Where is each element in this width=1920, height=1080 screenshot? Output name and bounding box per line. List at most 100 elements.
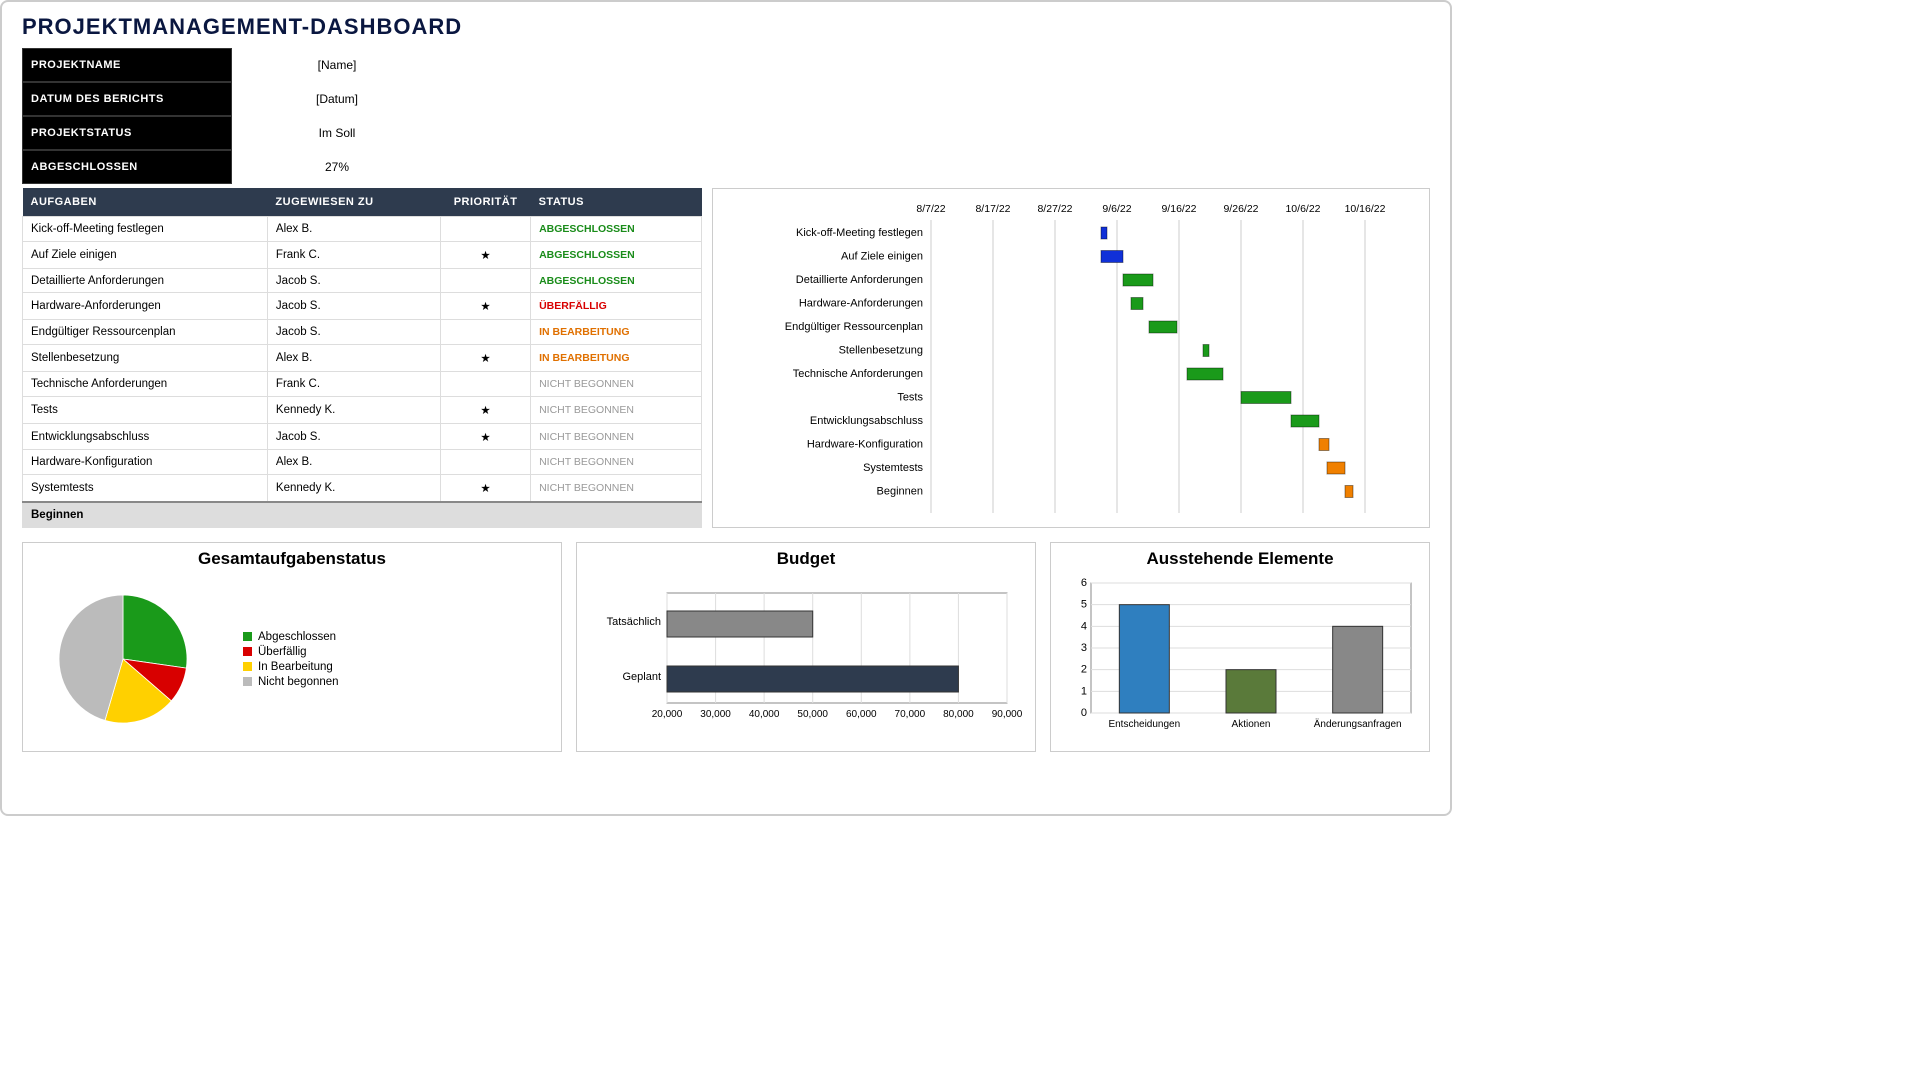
task-status: IN BEARBEITUNG bbox=[531, 320, 702, 345]
svg-text:Endgültiger Ressourcenplan: Endgültiger Ressourcenplan bbox=[785, 321, 923, 333]
meta-label: PROJEKTSTATUS bbox=[22, 116, 232, 150]
task-assignee: Alex B. bbox=[267, 345, 440, 372]
gantt-chart: 8/7/228/17/228/27/229/6/229/16/229/26/22… bbox=[712, 188, 1430, 528]
svg-text:Hardware-Anforderungen: Hardware-Anforderungen bbox=[799, 298, 923, 310]
table-row[interactable]: Hardware-Anforderungen Jacob S. ★ ÜBERFÄ… bbox=[23, 293, 702, 320]
svg-text:9/26/22: 9/26/22 bbox=[1223, 203, 1258, 215]
meta-value: [Name] bbox=[232, 48, 442, 82]
task-status: NICHT BEGONNEN bbox=[531, 371, 702, 396]
task-status: NICHT BEGONNEN bbox=[531, 450, 702, 475]
svg-text:10/6/22: 10/6/22 bbox=[1285, 203, 1320, 215]
svg-text:Änderungsanfragen: Änderungsanfragen bbox=[1314, 718, 1402, 730]
task-name: Hardware-Anforderungen bbox=[23, 293, 268, 320]
legend-item: Nicht begonnen bbox=[243, 676, 339, 688]
table-row[interactable]: Endgültiger Ressourcenplan Jacob S. IN B… bbox=[23, 320, 702, 345]
task-status: NICHT BEGONNEN bbox=[531, 396, 702, 423]
task-name: Beginnen bbox=[23, 502, 268, 527]
svg-text:10/16/22: 10/16/22 bbox=[1345, 203, 1386, 215]
table-row[interactable]: Entwicklungsabschluss Jacob S. ★ NICHT B… bbox=[23, 423, 702, 450]
task-priority bbox=[441, 450, 531, 475]
svg-text:Stellenbesetzung: Stellenbesetzung bbox=[839, 345, 923, 357]
svg-text:50,000: 50,000 bbox=[797, 709, 828, 720]
svg-text:60,000: 60,000 bbox=[846, 709, 877, 720]
svg-text:Auf Ziele einigen: Auf Ziele einigen bbox=[841, 251, 923, 263]
svg-text:8/17/22: 8/17/22 bbox=[975, 203, 1010, 215]
task-priority: ★ bbox=[441, 396, 531, 423]
task-name: Systemtests bbox=[23, 475, 268, 502]
task-assignee: Alex B. bbox=[267, 217, 440, 242]
task-priority: ★ bbox=[441, 241, 531, 268]
task-name: Entwicklungsabschluss bbox=[23, 423, 268, 450]
task-priority bbox=[441, 371, 531, 396]
svg-text:Beginnen: Beginnen bbox=[877, 486, 924, 498]
table-row[interactable]: Kick-off-Meeting festlegen Alex B. ABGES… bbox=[23, 217, 702, 242]
budget-chart: Budget 20,00030,00040,00050,00060,00070,… bbox=[576, 542, 1036, 752]
task-priority: ★ bbox=[441, 423, 531, 450]
task-priority: ★ bbox=[441, 475, 531, 502]
task-status: ÜBERFÄLLIG bbox=[531, 293, 702, 320]
svg-text:30,000: 30,000 bbox=[700, 709, 731, 720]
svg-text:Kick-off-Meeting festlegen: Kick-off-Meeting festlegen bbox=[796, 227, 923, 239]
pie-chart: Gesamtaufgabenstatus Abgeschlossen Überfä… bbox=[22, 542, 562, 752]
task-assignee: Jacob S. bbox=[267, 268, 440, 293]
task-status: IN BEARBEITUNG bbox=[531, 345, 702, 372]
svg-text:20,000: 20,000 bbox=[652, 709, 683, 720]
task-priority: ★ bbox=[441, 293, 531, 320]
svg-text:Tatsächlich: Tatsächlich bbox=[607, 616, 661, 628]
task-name: Technische Anforderungen bbox=[23, 371, 268, 396]
table-row[interactable]: Systemtests Kennedy K. ★ NICHT BEGONNEN bbox=[23, 475, 702, 502]
table-row[interactable]: Technische Anforderungen Frank C. NICHT … bbox=[23, 371, 702, 396]
task-assignee: Jacob S. bbox=[267, 293, 440, 320]
task-assignee: Frank C. bbox=[267, 241, 440, 268]
svg-text:Geplant: Geplant bbox=[622, 671, 661, 683]
svg-text:8/7/22: 8/7/22 bbox=[916, 203, 945, 215]
task-header: ZUGEWIESEN ZU bbox=[267, 188, 440, 217]
svg-text:Detaillierte Anforderungen: Detaillierte Anforderungen bbox=[796, 274, 923, 286]
svg-text:0: 0 bbox=[1081, 707, 1087, 719]
task-priority bbox=[441, 320, 531, 345]
svg-text:Aktionen: Aktionen bbox=[1232, 719, 1271, 730]
svg-text:Technische Anforderungen: Technische Anforderungen bbox=[793, 368, 923, 380]
task-assignee: Alex B. bbox=[267, 450, 440, 475]
pie-title: Gesamtaufgabenstatus bbox=[33, 549, 551, 569]
table-row[interactable]: Auf Ziele einigen Frank C. ★ ABGESCHLOSS… bbox=[23, 241, 702, 268]
pending-title: Ausstehende Elemente bbox=[1061, 549, 1419, 569]
meta-label: PROJEKTNAME bbox=[22, 48, 232, 82]
svg-text:80,000: 80,000 bbox=[943, 709, 974, 720]
tasks-table: AUFGABENZUGEWIESEN ZUPRIORITÄTSTATUS Kic… bbox=[22, 188, 702, 528]
table-row[interactable]: Stellenbesetzung Alex B. ★ IN BEARBEITUN… bbox=[23, 345, 702, 372]
legend-item: In Bearbeitung bbox=[243, 661, 339, 673]
table-row[interactable]: Beginnen bbox=[23, 502, 702, 527]
task-name: Kick-off-Meeting festlegen bbox=[23, 217, 268, 242]
task-assignee: Kennedy K. bbox=[267, 475, 440, 502]
page-title: PROJEKTMANAGEMENT-DASHBOARD bbox=[22, 14, 1430, 40]
svg-text:2: 2 bbox=[1081, 664, 1087, 676]
task-name: Auf Ziele einigen bbox=[23, 241, 268, 268]
legend-item: Abgeschlossen bbox=[243, 631, 339, 643]
task-status: ABGESCHLOSSEN bbox=[531, 241, 702, 268]
task-assignee: Jacob S. bbox=[267, 423, 440, 450]
legend-item: Überfällig bbox=[243, 646, 339, 658]
task-header: AUFGABEN bbox=[23, 188, 268, 217]
table-row[interactable]: Detaillierte Anforderungen Jacob S. ABGE… bbox=[23, 268, 702, 293]
task-status: NICHT BEGONNEN bbox=[531, 475, 702, 502]
svg-text:Entscheidungen: Entscheidungen bbox=[1108, 719, 1180, 730]
task-name: Stellenbesetzung bbox=[23, 345, 268, 372]
task-status: ABGESCHLOSSEN bbox=[531, 217, 702, 242]
budget-title: Budget bbox=[587, 549, 1025, 569]
svg-text:3: 3 bbox=[1081, 642, 1087, 654]
task-assignee: Frank C. bbox=[267, 371, 440, 396]
svg-text:Systemtests: Systemtests bbox=[863, 462, 923, 474]
task-status: NICHT BEGONNEN bbox=[531, 423, 702, 450]
table-row[interactable]: Tests Kennedy K. ★ NICHT BEGONNEN bbox=[23, 396, 702, 423]
svg-text:8/27/22: 8/27/22 bbox=[1037, 203, 1072, 215]
table-row[interactable]: Hardware-Konfiguration Alex B. NICHT BEG… bbox=[23, 450, 702, 475]
svg-text:Tests: Tests bbox=[897, 392, 923, 404]
meta-label: ABGESCHLOSSEN bbox=[22, 150, 232, 184]
meta-section: PROJEKTNAME [Name]DATUM DES BERICHTS [Da… bbox=[22, 48, 1430, 184]
svg-text:9/16/22: 9/16/22 bbox=[1161, 203, 1196, 215]
task-name: Hardware-Konfiguration bbox=[23, 450, 268, 475]
task-assignee: Kennedy K. bbox=[267, 396, 440, 423]
task-header: STATUS bbox=[531, 188, 702, 217]
task-priority: ★ bbox=[441, 345, 531, 372]
